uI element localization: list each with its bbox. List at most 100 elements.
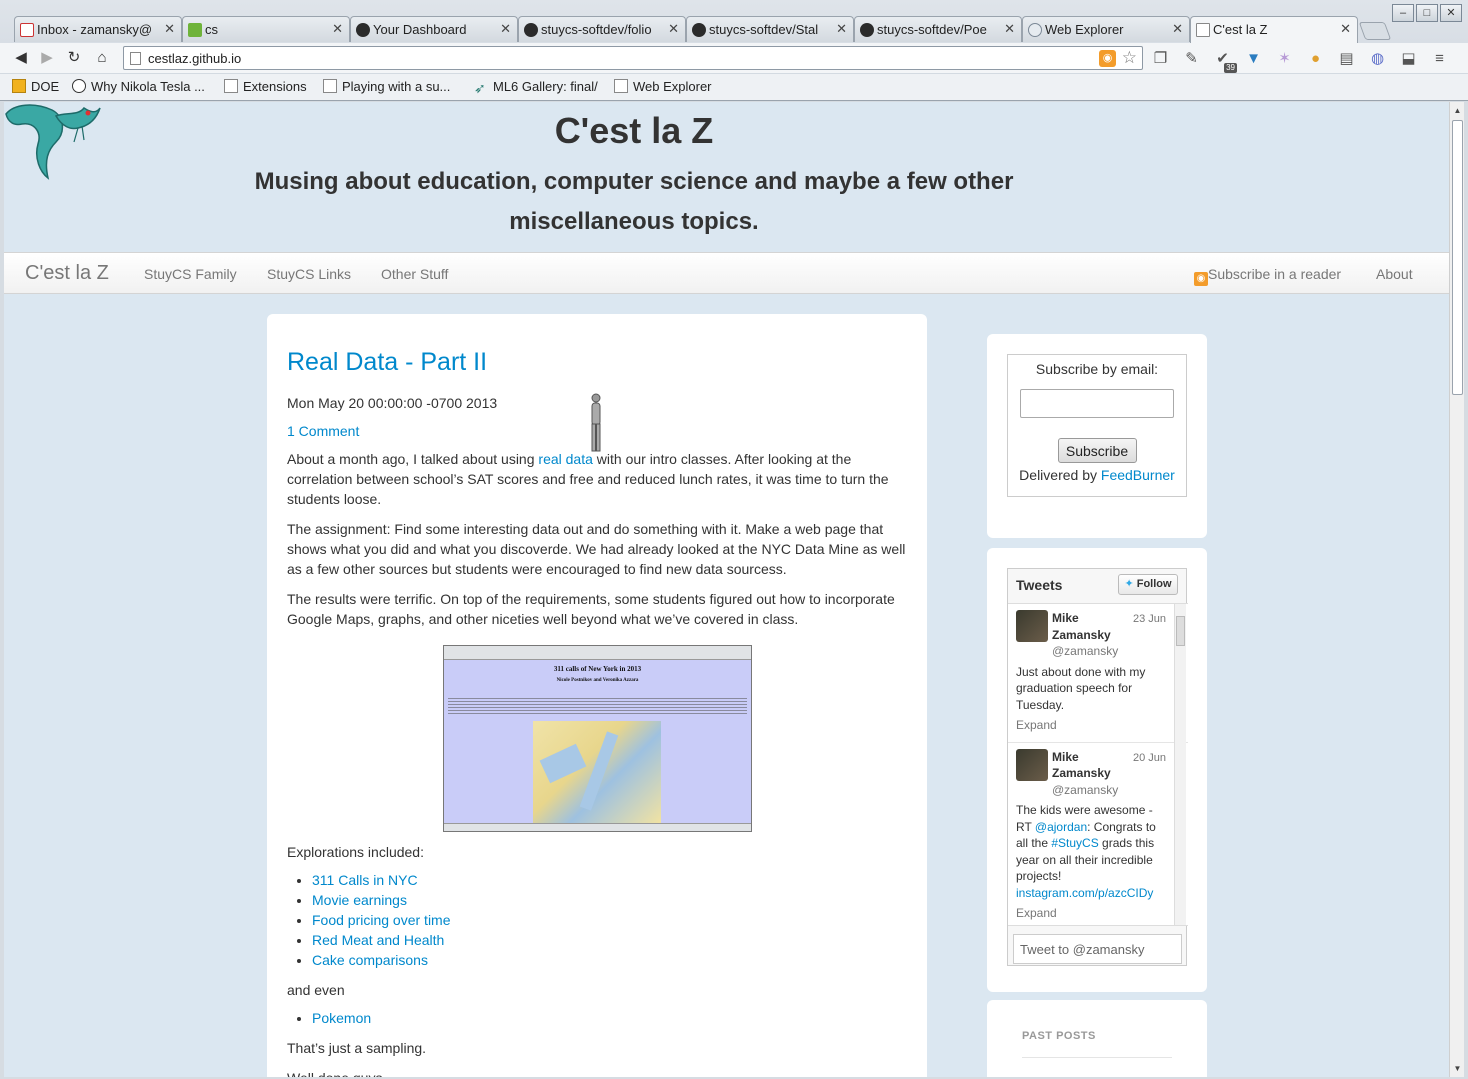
bookmark-icon[interactable]: ❐ <box>1150 48 1171 69</box>
list-item: Pokemon <box>312 1008 907 1028</box>
bookmark-extensions[interactable]: Extensions <box>224 79 307 94</box>
cat-icon[interactable]: ● <box>1305 48 1326 69</box>
scroll-thumb[interactable] <box>1452 120 1463 395</box>
tweet-expand[interactable]: Expand <box>1016 905 1168 922</box>
close-icon[interactable]: ✕ <box>668 21 679 37</box>
tweet-date[interactable]: 23 Jun <box>1133 611 1166 628</box>
new-tab-button[interactable] <box>1358 22 1392 40</box>
screenshot-browser-bar <box>444 646 751 660</box>
real-data-link[interactable]: real data <box>538 451 592 467</box>
exploration-link[interactable]: Cake comparisons <box>312 952 428 968</box>
exploration-link[interactable]: Food pricing over time <box>312 912 451 928</box>
avatar[interactable] <box>1016 748 1048 781</box>
scroll-up-icon[interactable]: ▲ <box>1452 105 1463 116</box>
back-icon[interactable]: ◀ <box>12 49 30 67</box>
bookmark-label: ML6 Gallery: final/ <box>493 79 598 94</box>
gmail-icon <box>20 23 34 37</box>
tweet-list: 23 Jun Mike Zamansky @zamansky Just abou… <box>1008 603 1188 926</box>
bookmark-tesla[interactable]: Why Nikola Tesla ... <box>72 79 205 94</box>
follow-button[interactable]: ✦ Follow <box>1118 574 1178 595</box>
tab-inbox[interactable]: Inbox - zamansky@ ✕ <box>14 16 182 42</box>
page-icon <box>1196 23 1210 37</box>
tab-poe[interactable]: stuycs-softdev/Poe ✕ <box>854 16 1022 42</box>
bookmark-playing[interactable]: Playing with a su... <box>323 79 450 94</box>
tweet[interactable]: 20 Jun Mike Zamansky @zamansky The kids … <box>1008 743 1188 926</box>
hashtag-link[interactable]: #StuyCS <box>1051 836 1098 850</box>
github-icon <box>356 23 370 37</box>
scroll-down-icon[interactable]: ▼ <box>1452 1063 1463 1074</box>
close-icon[interactable]: ✕ <box>332 21 343 37</box>
puzzle-icon[interactable]: ✶ <box>1274 48 1295 69</box>
site-subtitle: Musing about education, computer science… <box>254 168 1014 235</box>
tweet-scrollbar[interactable] <box>1174 604 1186 925</box>
pokemon-link[interactable]: Pokemon <box>312 1010 371 1026</box>
tab-label: Inbox - zamansky@ <box>37 22 153 37</box>
subscribe-button[interactable]: Subscribe <box>1057 438 1137 463</box>
navbar-brand[interactable]: C'est la Z <box>25 262 109 285</box>
exploration-link[interactable]: 311 Calls in NYC <box>312 872 418 888</box>
nav-about[interactable]: About <box>1376 266 1413 282</box>
bookmark-doe[interactable]: DOE <box>12 79 59 94</box>
tweet-expand[interactable]: Expand <box>1016 717 1168 734</box>
checker-icon[interactable]: ✔ 39 <box>1212 48 1237 73</box>
tab-cestlaz[interactable]: C'est la Z ✕ <box>1190 16 1358 43</box>
bookmark-label: Playing with a su... <box>342 79 451 94</box>
tweet-date[interactable]: 20 Jun <box>1133 750 1166 767</box>
menu-icon[interactable]: ≡ <box>1429 48 1450 69</box>
close-icon[interactable]: ✕ <box>1172 21 1183 37</box>
close-icon[interactable]: ✕ <box>836 21 847 37</box>
tweet-author-handle[interactable]: @zamansky <box>1052 643 1168 660</box>
tweets-widget: Tweets ✦ Follow 23 Jun Mike Zamansky @za… <box>987 548 1207 992</box>
nav-subscribe-reader[interactable]: ◉ Subscribe in a reader <box>1194 266 1341 286</box>
home-icon[interactable]: ⌂ <box>93 49 111 67</box>
exploration-link[interactable]: Red Meat and Health <box>312 932 444 948</box>
shield-icon[interactable]: ▼ <box>1243 48 1264 69</box>
address-bar[interactable]: cestlaz.github.io ◉ ☆ <box>123 46 1143 70</box>
pocket-icon[interactable]: ⬓ <box>1398 48 1419 69</box>
delivered-label: Delivered by <box>1019 467 1097 483</box>
close-icon[interactable]: ✕ <box>500 21 511 37</box>
page-scrollbar[interactable]: ▲ ▼ <box>1449 102 1464 1077</box>
bookmark-web-explorer[interactable]: Web Explorer <box>614 79 712 94</box>
close-icon[interactable]: ✕ <box>1004 21 1015 37</box>
avatar[interactable] <box>1016 610 1048 642</box>
feedburner-link[interactable]: FeedBurner <box>1101 467 1175 483</box>
close-window-button[interactable]: ✕ <box>1440 4 1462 22</box>
email-field[interactable] <box>1020 389 1174 418</box>
tweet-author-name[interactable]: Mike Zamansky <box>1052 749 1122 782</box>
minimize-button[interactable]: – <box>1392 4 1414 22</box>
globe-icon[interactable]: ◍ <box>1367 48 1388 69</box>
tweet-input[interactable]: Tweet to @zamansky <box>1013 934 1182 964</box>
instagram-link[interactable]: instagram.com/p/azcCIDy <box>1016 886 1153 900</box>
nav-stuycs-family[interactable]: StuyCS Family <box>144 266 237 282</box>
tab-cs[interactable]: cs ✕ <box>182 16 350 42</box>
tweet[interactable]: 23 Jun Mike Zamansky @zamansky Just abou… <box>1008 604 1188 743</box>
mention-link[interactable]: @ajordan <box>1035 820 1087 834</box>
nav-subscribe-label: Subscribe in a reader <box>1208 266 1342 282</box>
close-icon[interactable]: ✕ <box>164 21 175 37</box>
tab-stal[interactable]: stuycs-softdev/Stal ✕ <box>686 16 854 42</box>
bookmark-ml6[interactable]: ➶ ML6 Gallery: final/ <box>474 79 598 95</box>
tab-dashboard[interactable]: Your Dashboard ✕ <box>350 16 518 42</box>
close-icon[interactable]: ✕ <box>1340 21 1351 37</box>
nav-other-stuff[interactable]: Other Stuff <box>381 266 448 282</box>
tweet-author-handle[interactable]: @zamansky <box>1052 782 1168 799</box>
tweet-author-name[interactable]: Mike Zamansky <box>1052 610 1122 643</box>
reload-icon[interactable]: ↻ <box>65 49 83 67</box>
tab-label: stuycs-softdev/folio <box>541 22 652 37</box>
nav-stuycs-links[interactable]: StuyCS Links <box>267 266 351 282</box>
forward-icon[interactable]: ▶ <box>38 49 56 67</box>
comments-link-text[interactable]: 1 Comment <box>287 423 359 439</box>
tab-web-explorer[interactable]: Web Explorer ✕ <box>1022 16 1190 42</box>
scroll-thumb[interactable] <box>1176 616 1185 646</box>
star-icon[interactable]: ☆ <box>1122 48 1137 68</box>
maximize-button[interactable]: □ <box>1416 4 1438 22</box>
tab-folio[interactable]: stuycs-softdev/folio ✕ <box>518 16 686 42</box>
list-item: Movie earnings <box>312 890 907 910</box>
site-title: C'est la Z <box>554 110 714 151</box>
exploration-link[interactable]: Movie earnings <box>312 892 407 908</box>
post-title[interactable]: Real Data - Part II <box>287 348 907 377</box>
eyedropper-icon[interactable]: ✎ <box>1181 48 1202 69</box>
note-icon[interactable]: ▤ <box>1336 48 1357 69</box>
rss-icon[interactable]: ◉ <box>1099 50 1116 67</box>
